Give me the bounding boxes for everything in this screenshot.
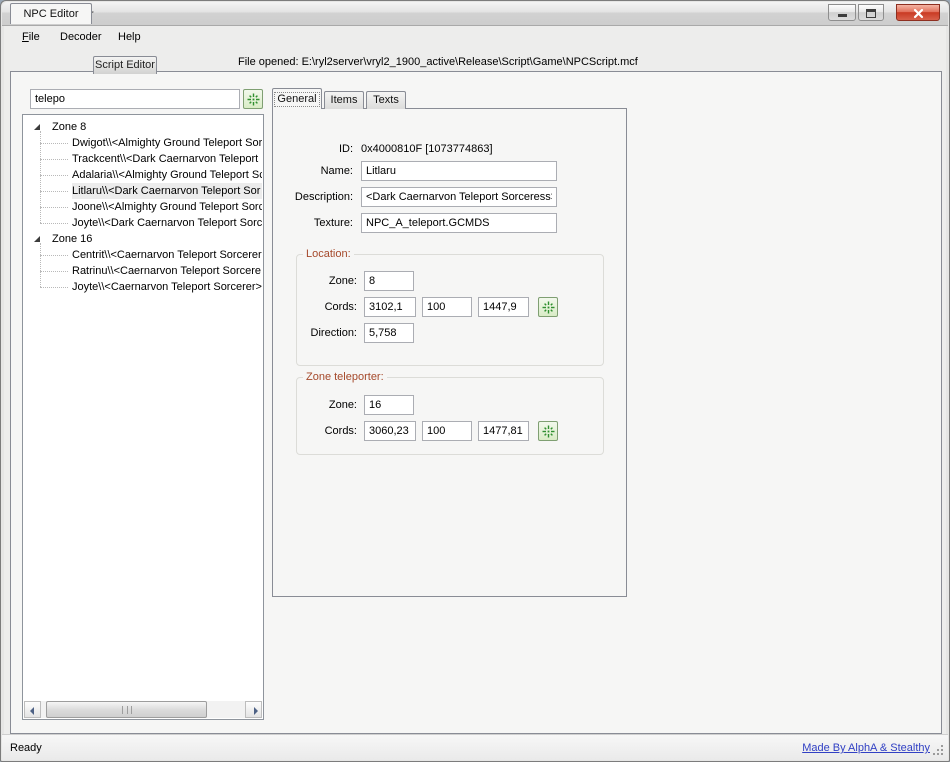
location-group-title: Location: xyxy=(303,248,354,260)
location-zone-field[interactable] xyxy=(364,271,414,291)
id-value: 0x4000810F [1073774863] xyxy=(361,143,493,155)
location-groupbox: Location: Zone: Cords: Direction: xyxy=(296,248,604,366)
expander-icon[interactable] xyxy=(34,236,40,242)
name-label: Name: xyxy=(273,165,353,177)
close-button[interactable] xyxy=(896,4,940,21)
texture-label: Texture: xyxy=(273,217,353,229)
tab-script-editor[interactable]: Script Editor xyxy=(93,56,157,74)
general-tab-page: ID: 0x4000810F [1073774863] Name: Descri… xyxy=(272,108,627,597)
teleporter-zone-field[interactable] xyxy=(364,395,414,415)
file-opened-label: File opened: E:\ryl2server\vryl2_1900_ac… xyxy=(238,56,638,68)
green-crosshair-icon xyxy=(542,425,555,438)
menu-decoder[interactable]: Decoder xyxy=(53,29,109,46)
horizontal-scrollbar[interactable] xyxy=(24,701,262,718)
teleporter-cord-y-field[interactable] xyxy=(422,421,472,441)
location-zone-label: Zone: xyxy=(299,275,357,287)
search-input[interactable] xyxy=(30,89,240,109)
tree-item[interactable]: Joone\\<Almighty Ground Teleport Sorc xyxy=(23,199,263,215)
tree-item[interactable]: Joyte\\<Caernarvon Teleport Sorcerer> xyxy=(23,279,263,295)
scrollbar-thumb[interactable] xyxy=(46,701,207,718)
location-cord-z-field[interactable] xyxy=(478,297,529,317)
green-crosshair-icon xyxy=(542,301,555,314)
credit-link[interactable]: Made By AlphA & Stealthy xyxy=(802,742,930,754)
app-window: MCF Editor File Decoder Help NPC Editor … xyxy=(0,0,950,762)
maximize-button[interactable] xyxy=(858,4,884,21)
npc-tree: Zone 8 Dwigot\\<Almighty Ground Teleport… xyxy=(22,114,264,720)
tree-item[interactable]: Centrit\\<Caernarvon Teleport Sorcerer> xyxy=(23,247,263,263)
tree-item[interactable]: Joyte\\<Dark Caernarvon Teleport Sorc xyxy=(23,215,263,231)
menu-bar: File Decoder Help xyxy=(5,27,945,48)
teleporter-cord-x-field[interactable] xyxy=(364,421,416,441)
location-cords-button[interactable] xyxy=(538,297,558,317)
resize-grip-icon[interactable] xyxy=(932,744,944,756)
id-label: ID: xyxy=(273,143,353,155)
tab-texts[interactable]: Texts xyxy=(366,91,406,109)
tree-item[interactable]: Adalaria\\<Almighty Ground Teleport Sc xyxy=(23,167,263,183)
teleporter-group-title: Zone teleporter: xyxy=(303,371,387,383)
tree-node-zone16[interactable]: Zone 16 xyxy=(23,231,263,247)
title-bar: MCF Editor xyxy=(2,2,948,26)
location-cord-y-field[interactable] xyxy=(422,297,472,317)
arrow-right-icon xyxy=(254,707,258,715)
location-cords-label: Cords: xyxy=(299,301,357,313)
minimize-button[interactable] xyxy=(828,4,856,21)
teleporter-cord-z-field[interactable] xyxy=(478,421,529,441)
teleporter-cords-button[interactable] xyxy=(538,421,558,441)
grip-icon xyxy=(122,706,132,714)
tree-item-selected[interactable]: Litlaru\\<Dark Caernarvon Teleport Sor xyxy=(23,183,263,199)
expander-icon[interactable] xyxy=(34,124,40,130)
menu-help[interactable]: Help xyxy=(111,29,148,46)
teleporter-groupbox: Zone teleporter: Zone: Cords: xyxy=(296,371,604,455)
location-direction-label: Direction: xyxy=(283,327,357,339)
minimize-icon xyxy=(838,14,847,17)
description-field[interactable] xyxy=(361,187,557,207)
tree-node-zone8[interactable]: Zone 8 xyxy=(23,119,263,135)
close-icon xyxy=(913,8,924,19)
arrow-left-icon xyxy=(30,707,34,715)
location-cord-x-field[interactable] xyxy=(364,297,416,317)
texture-field[interactable] xyxy=(361,213,557,233)
tree-item[interactable]: Dwigot\\<Almighty Ground Teleport Sor xyxy=(23,135,263,151)
scroll-right-arrow[interactable] xyxy=(245,701,262,718)
scroll-left-arrow[interactable] xyxy=(24,701,41,718)
tab-npc-editor[interactable]: NPC Editor xyxy=(10,3,92,24)
tab-general[interactable]: General xyxy=(272,88,322,109)
teleporter-cords-label: Cords: xyxy=(299,425,357,437)
teleporter-zone-label: Zone: xyxy=(299,399,357,411)
status-bar: Ready Made By AlphA & Stealthy xyxy=(2,734,948,760)
green-crosshair-icon xyxy=(247,93,260,106)
menu-file[interactable]: File xyxy=(15,29,47,46)
status-text: Ready xyxy=(10,742,42,754)
maximize-icon xyxy=(866,9,876,18)
description-label: Description: xyxy=(265,191,353,203)
tree-item[interactable]: Ratrinu\\<Caernarvon Teleport Sorcere xyxy=(23,263,263,279)
npc-editor-page: Zone 8 Dwigot\\<Almighty Ground Teleport… xyxy=(10,71,942,734)
name-field[interactable] xyxy=(361,161,557,181)
tree-item[interactable]: Trackcent\\<Dark Caernarvon Teleport xyxy=(23,151,263,167)
tab-items[interactable]: Items xyxy=(324,91,364,109)
search-button[interactable] xyxy=(243,89,263,109)
location-direction-field[interactable] xyxy=(364,323,414,343)
